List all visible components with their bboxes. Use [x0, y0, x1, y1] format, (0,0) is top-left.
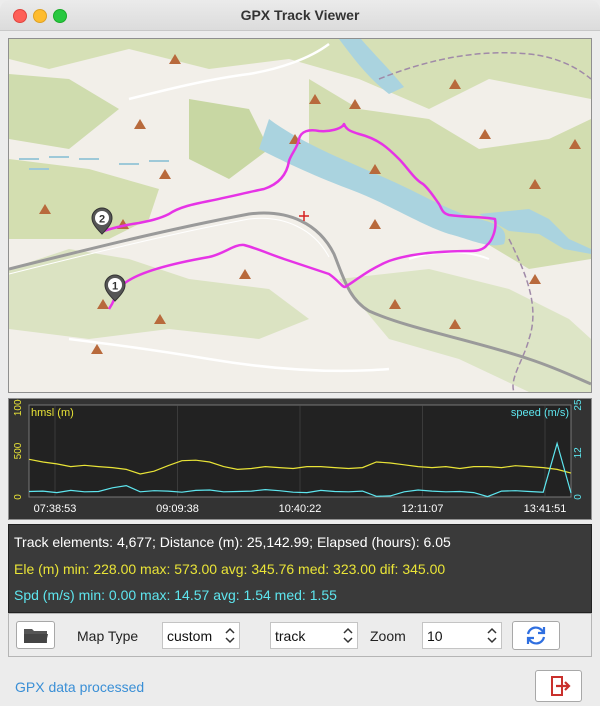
refresh-icon [526, 626, 546, 645]
map-type-label: Map Type [77, 628, 139, 644]
statistics-panel: Track elements: 4,677; Distance (m): 25,… [8, 524, 592, 613]
window-title: GPX Track Viewer [240, 7, 360, 23]
x-tick-label: 12:11:07 [401, 503, 443, 515]
y-right-axis-label: speed (m/s) [511, 407, 569, 419]
spinner-arrows-icon[interactable] [485, 625, 499, 646]
spinner-arrows-icon[interactable] [223, 625, 237, 646]
x-tick-label: 09:09:38 [156, 503, 199, 515]
overlay-select[interactable]: track [270, 622, 358, 649]
y-left-tick-label: 500 [13, 442, 24, 459]
app-window: GPX Track Viewer 1 2 07:38:53 09:09:38 1… [0, 0, 600, 706]
chart-canvas: 07:38:53 09:09:38 10:40:22 12:11:07 13:41:51… [13, 399, 584, 515]
spinner-arrows-icon[interactable] [341, 625, 355, 646]
exit-icon [551, 676, 571, 696]
marker-2-label: 2 [99, 214, 105, 226]
open-file-button[interactable] [16, 621, 55, 649]
zoom-value: 10 [427, 628, 443, 644]
zoom-label: Zoom [370, 628, 406, 644]
map-view[interactable]: 1 2 [8, 38, 592, 393]
overlay-value: track [275, 628, 306, 644]
zoom-stepper[interactable]: 10 [422, 622, 502, 649]
y-left-tick-label: 1000 [13, 399, 24, 416]
map-type-select[interactable]: custom [162, 622, 240, 649]
marker-1-label: 1 [112, 281, 118, 293]
y-right-tick-label: 0 [573, 494, 584, 500]
elevation-stats-text: Ele (m) min: 228.00 max: 573.00 avg: 345… [14, 561, 446, 577]
x-tick-label: 10:40:22 [279, 503, 322, 515]
y-left-tick-label: 0 [13, 494, 24, 500]
controls-toolbar: Map Type custom track Zoom 10 [8, 613, 592, 657]
y-right-tick-label: 12 [573, 447, 584, 459]
elevation-speed-chart: 07:38:53 09:09:38 10:40:22 12:11:07 13:41:51… [8, 398, 592, 520]
status-message: GPX data processed [15, 679, 145, 695]
map-type-value: custom [167, 628, 213, 644]
title-bar: GPX Track Viewer [0, 0, 600, 31]
y-left-axis-label: hmsl (m) [31, 407, 74, 419]
x-tick-label: 07:38:53 [34, 503, 77, 515]
y-right-tick-label: 25 [573, 399, 584, 411]
exit-button[interactable] [535, 670, 582, 702]
map-canvas[interactable]: 1 2 [9, 39, 591, 392]
refresh-button[interactable] [512, 621, 560, 650]
folder-icon [24, 629, 48, 643]
speed-stats-text: Spd (m/s) min: 0.00 max: 14.57 avg: 1.54… [14, 587, 337, 603]
track-summary-text: Track elements: 4,677; Distance (m): 25,… [14, 534, 451, 550]
x-tick-label: 13:41:51 [524, 503, 567, 515]
